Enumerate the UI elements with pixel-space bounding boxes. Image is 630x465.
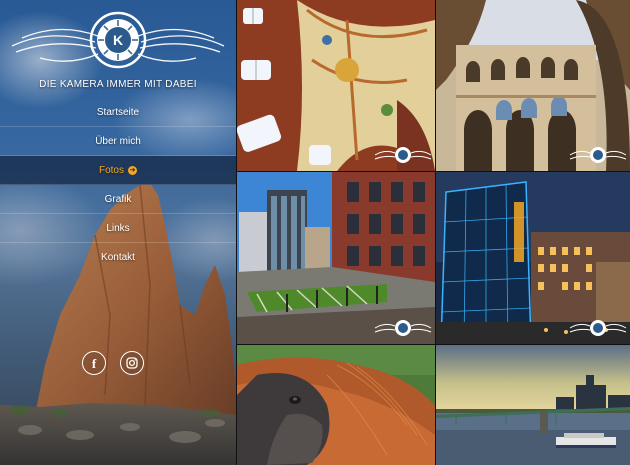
nav-item-label: Startseite — [96, 107, 140, 118]
arrow-right-icon: ➜ — [128, 165, 137, 175]
gallery-tile-courtyard[interactable] — [436, 0, 630, 171]
facebook-icon: f — [91, 355, 97, 371]
gallery-tile-river[interactable] — [436, 345, 630, 465]
nav-item-label: Über mich — [95, 136, 141, 147]
site-logo[interactable]: K — [10, 8, 226, 78]
watermark-logo — [374, 320, 432, 336]
nav-item-label: Links — [106, 223, 130, 234]
nav-item-kontakt[interactable]: Kontakt — [0, 243, 236, 272]
sidebar: K DIE KAMERA IMMER MIT DABEI Startseite … — [0, 0, 236, 465]
river-bridge-photo — [436, 345, 630, 465]
nav-item-fotos[interactable]: Fotos ➜ — [0, 156, 236, 185]
site-tagline: DIE KAMERA IMMER MIT DABEI — [39, 79, 197, 90]
nav-item-ueber-mich[interactable]: Über mich — [0, 127, 236, 156]
watermark-logo — [374, 147, 432, 163]
orangutan-photo — [237, 345, 435, 465]
watermark-logo — [569, 147, 627, 163]
nav-item-links[interactable]: Links — [0, 214, 236, 243]
watermark-logo — [569, 320, 627, 336]
nav-item-startseite[interactable]: Startseite — [0, 98, 236, 127]
main-nav: Startseite Über mich Fotos ➜ Grafik Links… — [0, 98, 236, 272]
gallery-tile-orangutan[interactable] — [237, 345, 435, 465]
gallery-tile-ceiling[interactable] — [237, 0, 435, 171]
logo-letters: K — [113, 32, 123, 48]
instagram-icon — [126, 357, 138, 369]
gallery-tile-buildings[interactable] — [237, 172, 435, 344]
nav-item-label: Grafik — [104, 194, 132, 205]
instagram-link[interactable] — [120, 351, 144, 375]
gallery-tile-glass-tower[interactable] — [436, 172, 630, 344]
nav-item-label: Kontakt — [101, 252, 135, 263]
nav-item-grafik[interactable]: Grafik — [0, 185, 236, 214]
nav-item-label: Fotos — [98, 165, 124, 176]
facebook-link[interactable]: f — [82, 351, 106, 375]
